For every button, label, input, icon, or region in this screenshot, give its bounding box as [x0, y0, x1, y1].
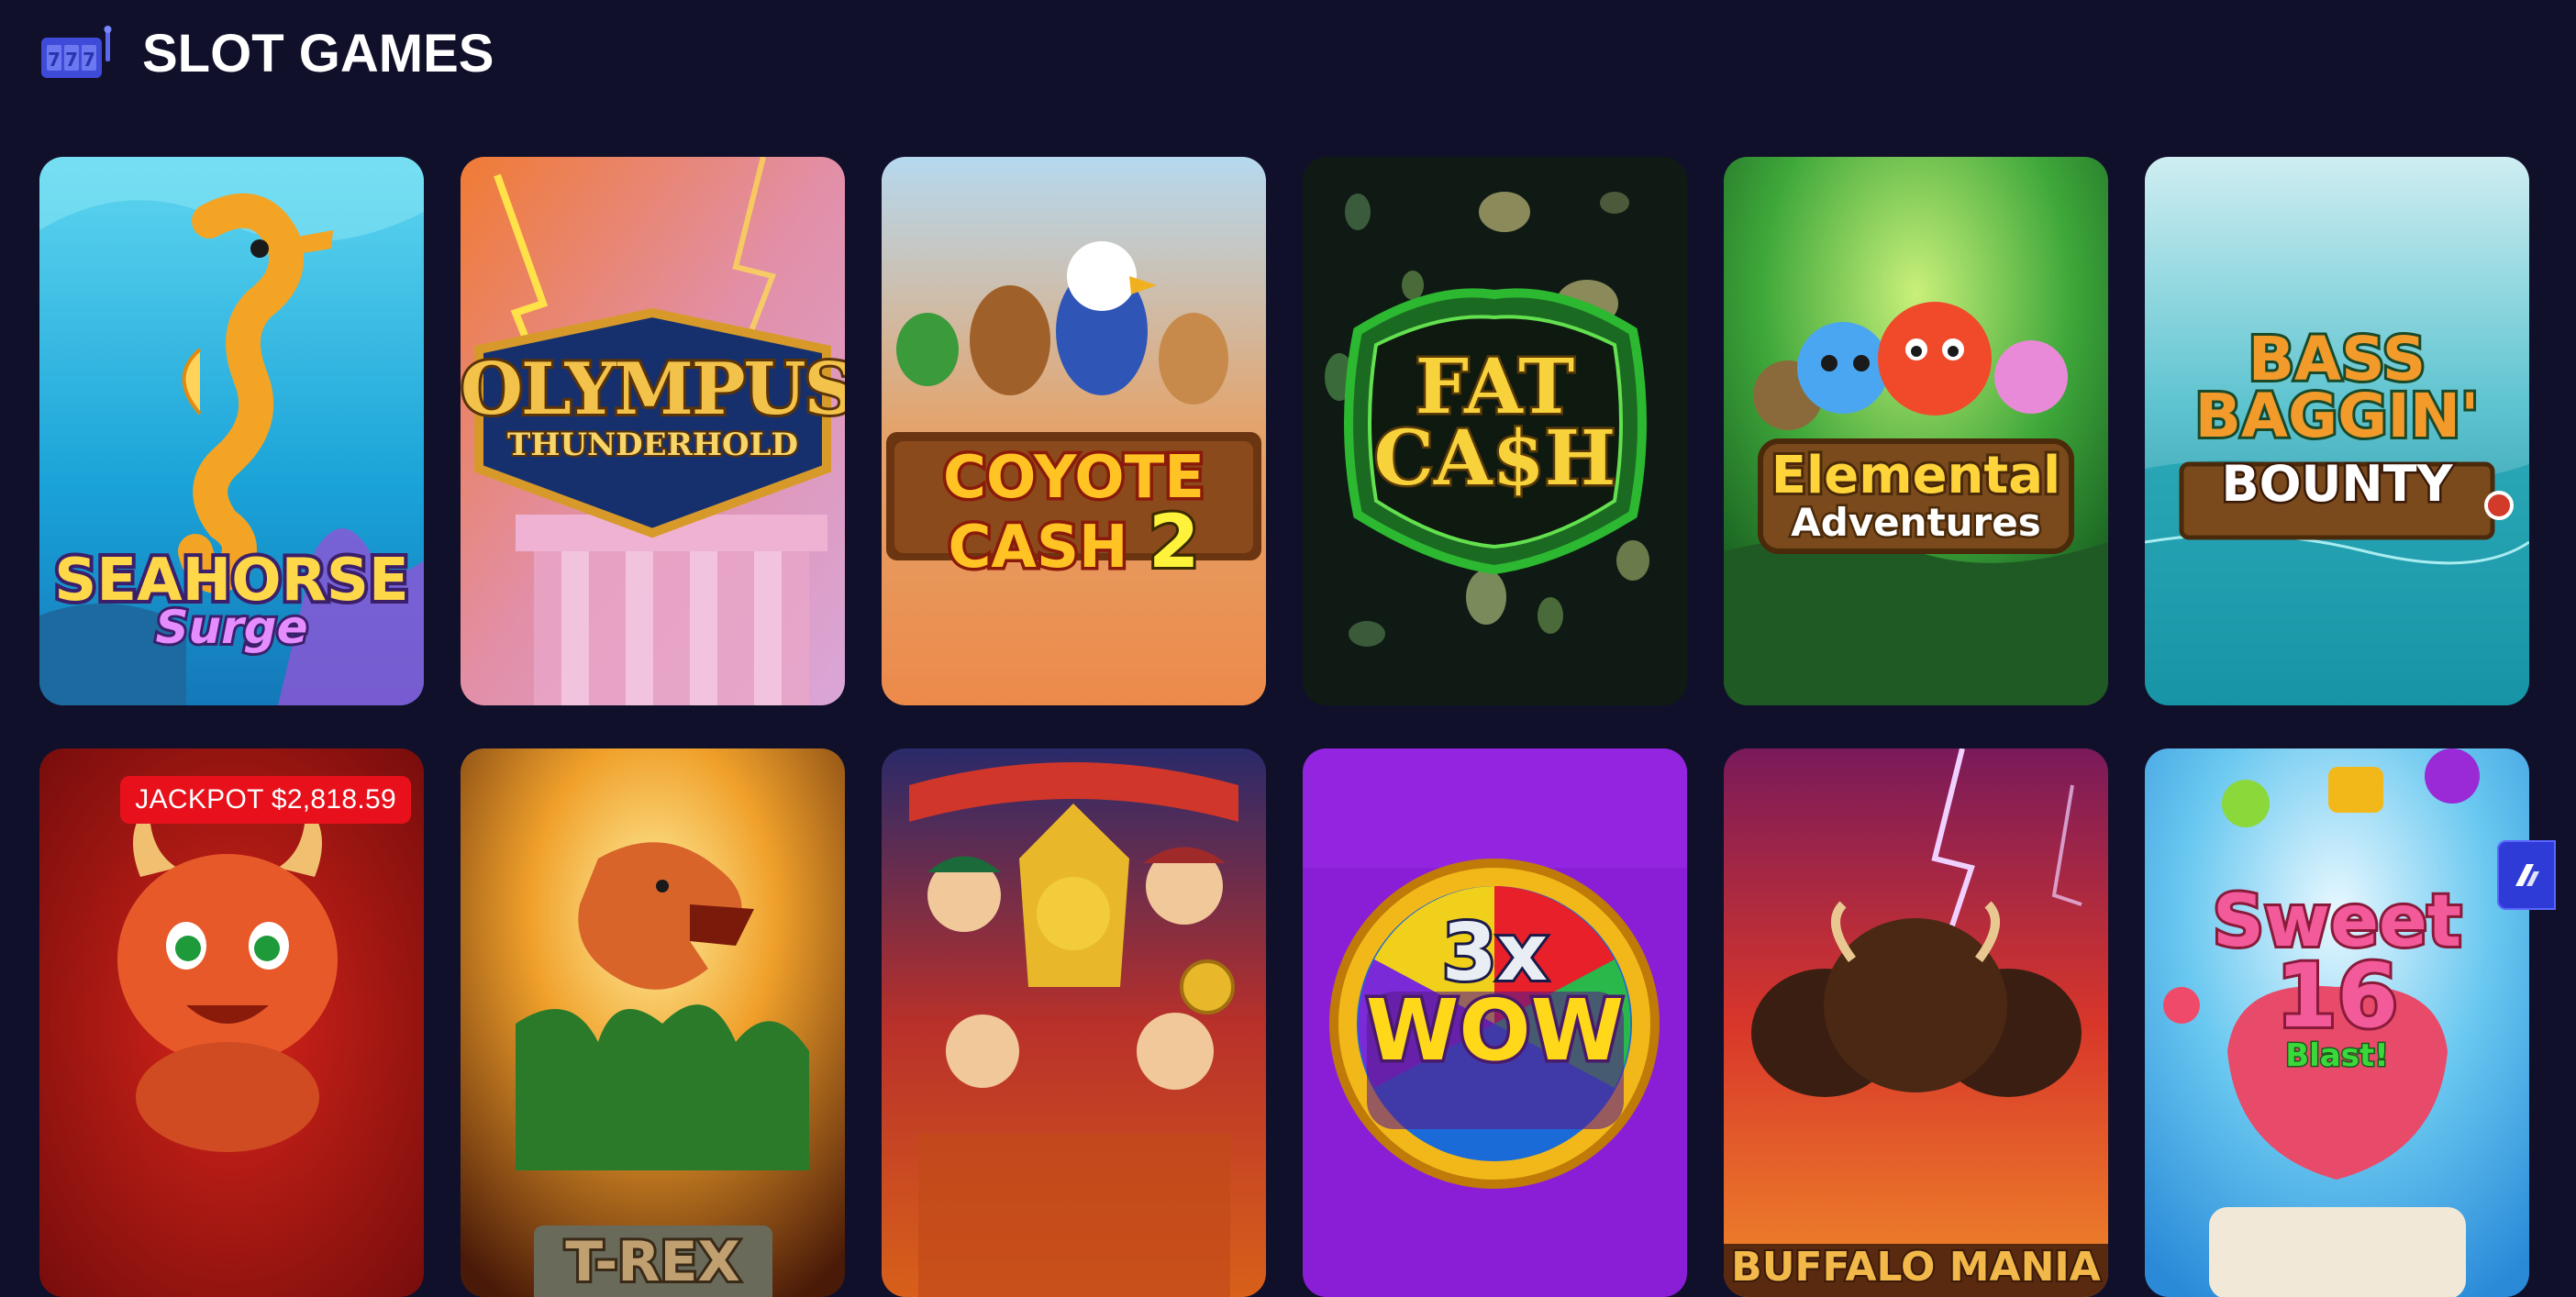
- game-card-elemental-adventures[interactable]: Elemental Adventures: [1724, 157, 2108, 705]
- game-title-t-rex: T-REX: [562, 1230, 742, 1294]
- game-title-3x-wow: 3x WOW: [1362, 907, 1627, 1080]
- game-art-devil-jackpot: [39, 748, 424, 1297]
- game-card-coyote-cash-2[interactable]: COYOTE CASH 2: [882, 157, 1266, 705]
- game-card-3x-wow[interactable]: 3x WOW: [1303, 748, 1687, 1297]
- section-header: 7 7 7 SLOT GAMES: [39, 18, 494, 88]
- jackpot-badge: JACKPOT $2,818.59: [120, 776, 411, 824]
- game-title-bass-baggin-bounty: BASS BAGGIN' BOUNTY: [2193, 324, 2482, 513]
- games-grid: SEAHORSE Surge OLYMPUS THUNDERHOLD COYOT…: [39, 157, 2529, 1297]
- game-card-sweet-16-blast[interactable]: Sweet 16 Blast!: [2145, 748, 2529, 1297]
- game-title-sweet-16-blast: Sweet 16 Blast!: [2210, 881, 2464, 1074]
- game-card-seahorse-surge[interactable]: SEAHORSE Surge: [39, 157, 424, 705]
- svg-text:7: 7: [65, 49, 78, 71]
- game-card-fat-cash[interactable]: FAT CA$H: [1303, 157, 1687, 705]
- game-art-coyote-cash-2: [882, 157, 1266, 705]
- game-art-elemental-adventures: [1724, 157, 2108, 705]
- chat-launcher-button[interactable]: [2497, 840, 2556, 910]
- game-title-coyote-cash-2: COYOTE CASH 2: [940, 444, 1208, 584]
- game-card-olympus-thunderhold[interactable]: OLYMPUS THUNDERHOLD: [461, 157, 845, 705]
- game-card-buffalo-mania[interactable]: BUFFALO MANIA: [1724, 748, 2108, 1297]
- slot-machine-icon: 7 7 7: [39, 25, 115, 82]
- game-title-fat-cash: FAT CA$H: [1371, 343, 1617, 503]
- game-title-olympus-thunderhold: OLYMPUS THUNDERHOLD: [461, 348, 845, 463]
- game-art-t-rex: [461, 748, 845, 1297]
- game-art-buffalo-mania: [1724, 748, 2108, 1297]
- game-title-elemental-adventures: Elemental Adventures: [1769, 446, 2063, 545]
- section-title: SLOT GAMES: [142, 23, 494, 83]
- game-art-fortune-gods: [882, 748, 1266, 1297]
- svg-text:7: 7: [48, 49, 61, 71]
- game-card-bass-baggin-bounty[interactable]: BASS BAGGIN' BOUNTY: [2145, 157, 2529, 705]
- game-card-devil-jackpot[interactable]: JACKPOT $2,818.59: [39, 748, 424, 1297]
- game-title-buffalo-mania: BUFFALO MANIA: [1729, 1244, 2103, 1291]
- chat-launcher-icon: [2515, 864, 2539, 886]
- svg-text:7: 7: [83, 49, 95, 71]
- game-title-seahorse-surge: SEAHORSE Surge: [50, 547, 412, 654]
- game-card-fortune-gods[interactable]: [882, 748, 1266, 1297]
- game-card-t-rex[interactable]: T-REX: [461, 748, 845, 1297]
